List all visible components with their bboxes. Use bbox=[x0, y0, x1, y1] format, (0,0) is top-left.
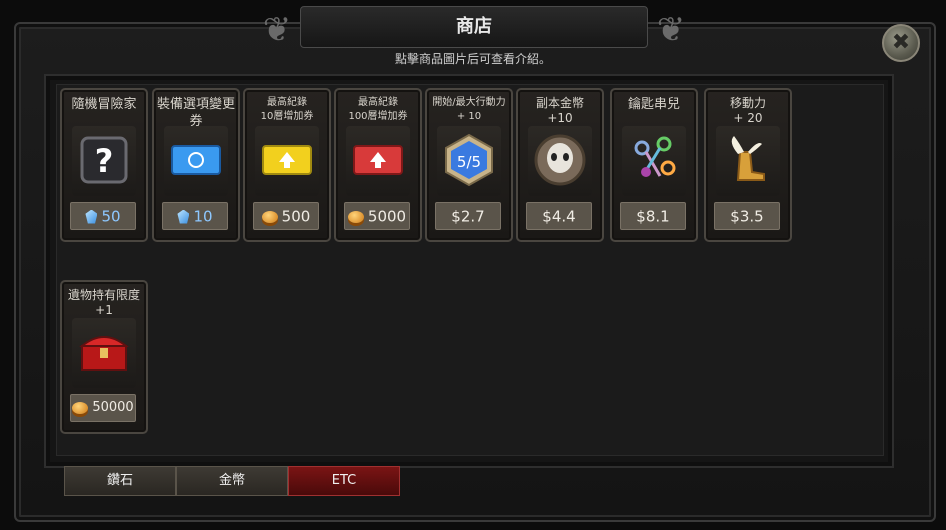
tab-gold[interactable]: 金幣 bbox=[176, 466, 288, 496]
price-value: 10 bbox=[193, 207, 213, 226]
diamond-icon bbox=[85, 209, 98, 224]
item-price[interactable]: 50 bbox=[70, 202, 136, 230]
red-ticket-icon[interactable] bbox=[350, 132, 406, 188]
price-value: 5000 bbox=[367, 207, 407, 226]
price-value: $8.1 bbox=[636, 207, 670, 226]
key-bundle-icon[interactable] bbox=[626, 132, 682, 188]
price-value: 50000 bbox=[92, 400, 134, 415]
shop-item-7[interactable]: 鑰匙串兒 $8.1 bbox=[610, 88, 698, 242]
shop-item-6[interactable]: 副本金幣 +10 $4.4 bbox=[516, 88, 604, 242]
item-price[interactable]: $2.7 bbox=[435, 202, 501, 230]
price-value: 500 bbox=[281, 207, 311, 226]
shop-item-5[interactable]: 開始/最大行動力 + 10 5/5 $2.7 bbox=[425, 88, 513, 242]
item-title: 隨機冒險家 bbox=[71, 97, 137, 112]
price-value: $2.7 bbox=[451, 207, 485, 226]
item-title: 最高紀錄 10層增加券 bbox=[260, 97, 314, 122]
skull-coin-icon[interactable] bbox=[532, 132, 588, 188]
treasure-chest-icon[interactable] bbox=[76, 324, 132, 380]
item-price[interactable]: $8.1 bbox=[620, 202, 686, 230]
price-value: $3.5 bbox=[730, 207, 764, 226]
item-title: 開始/最大行動力 + 10 bbox=[432, 97, 506, 122]
energy-text: 5/5 bbox=[457, 153, 481, 171]
gold-coin-icon bbox=[72, 402, 89, 414]
item-price[interactable]: 50000 bbox=[70, 394, 136, 422]
item-title: 移動力 + 20 bbox=[729, 96, 766, 125]
item-price[interactable]: $4.4 bbox=[526, 202, 592, 230]
shop-item-8[interactable]: 移動力 + 20 $3.5 bbox=[704, 88, 792, 242]
item-price[interactable]: 500 bbox=[253, 202, 319, 230]
diamond-icon bbox=[177, 209, 190, 224]
shop-item-2[interactable]: 裝備選項變更券 10 bbox=[152, 88, 240, 242]
item-title: 鑰匙串兒 bbox=[627, 97, 680, 112]
close-button[interactable]: ✖ bbox=[882, 24, 920, 62]
item-price[interactable]: 5000 bbox=[344, 202, 410, 230]
item-title: 裝備選項變更券 bbox=[156, 97, 235, 129]
shop-item-3[interactable]: 最高紀錄 10層增加券 500 bbox=[243, 88, 331, 242]
window-title: 商店 bbox=[300, 6, 648, 48]
shop-item-9[interactable]: 遺物持有限度 +1 50000 bbox=[60, 280, 148, 434]
svg-text:?: ? bbox=[95, 142, 114, 180]
item-price[interactable]: 10 bbox=[162, 202, 228, 230]
item-title: 最高紀錄 100層增加券 bbox=[348, 97, 408, 122]
close-icon: ✖ bbox=[891, 30, 911, 55]
blue-ticket-icon[interactable] bbox=[168, 132, 224, 188]
question-mark-icon[interactable]: ? bbox=[76, 132, 132, 188]
window-subtitle: 點擊商品圖片后可查看介紹。 bbox=[394, 52, 551, 66]
tab-diamond[interactable]: 鑽石 bbox=[64, 466, 176, 496]
price-value: 50 bbox=[101, 207, 121, 226]
gold-coin-icon bbox=[347, 210, 364, 223]
yellow-ticket-icon[interactable] bbox=[259, 132, 315, 188]
item-title: 遺物持有限度 +1 bbox=[67, 288, 140, 317]
shop-item-1[interactable]: 隨機冒險家? 50 bbox=[60, 88, 148, 242]
gold-coin-icon bbox=[261, 210, 278, 223]
winged-boot-icon[interactable] bbox=[720, 132, 776, 188]
price-value: $4.4 bbox=[542, 207, 576, 226]
tab-etc[interactable]: ETC bbox=[288, 466, 400, 496]
item-title: 副本金幣 +10 bbox=[535, 96, 584, 125]
item-price[interactable]: $3.5 bbox=[714, 202, 780, 230]
hexagon-energy-icon[interactable]: 5/5 bbox=[441, 132, 497, 188]
shop-item-4[interactable]: 最高紀錄 100層增加券 5000 bbox=[334, 88, 422, 242]
